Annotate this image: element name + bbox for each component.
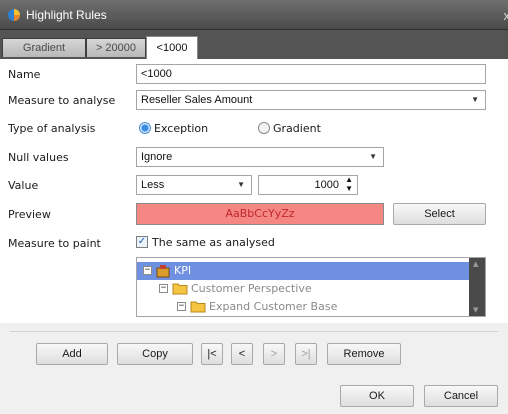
same-as-analysed-label: The same as analysed [152,236,275,249]
first-rule-button[interactable]: |< [201,343,223,365]
null-values-label: Null values [8,151,69,164]
radio-gradient[interactable] [258,122,270,134]
preview-swatch: AaBbCcYyZz [136,203,384,225]
tree-item-expand-customer-base[interactable]: − Expand Customer Base [137,298,470,316]
tab-strip: Gradient > 20000 <1000 [0,30,508,59]
close-icon[interactable]: x [504,8,508,23]
kpi-cube-icon [156,264,171,281]
name-label: Name [8,68,41,81]
null-values-dropdown[interactable]: Ignore ▼ [136,147,384,167]
add-button[interactable]: Add [36,343,108,365]
tree-item-label: Expand Customer Base [209,300,338,313]
tree-item-kpi[interactable]: − KPI [137,262,470,280]
ok-button[interactable]: OK [340,385,414,407]
tree-item-label: Customer Perspective [191,282,312,295]
tree-scrollbar[interactable]: ▲ ▼ [469,258,485,316]
value-spinner[interactable]: 1000 ▲ ▼ [258,175,358,195]
title-bar[interactable]: Highlight Rules x [0,0,508,30]
rule-panel: Name <1000 Measure to analyse Reseller S… [0,59,508,323]
tab-less-1000[interactable]: <1000 [146,36,198,59]
tree-item-customer-perspective[interactable]: − Customer Perspective [137,280,470,298]
radio-gradient-label: Gradient [273,122,321,135]
chevron-down-icon: ▼ [237,180,245,189]
tab-gradient[interactable]: Gradient [2,38,86,57]
folder-icon [172,282,188,298]
measure-dropdown[interactable]: Reseller Sales Amount ▼ [136,90,486,110]
window-title: Highlight Rules [26,8,107,22]
collapse-icon[interactable]: − [143,266,152,275]
collapse-icon[interactable]: − [159,284,168,293]
collapse-icon[interactable]: − [177,302,186,311]
last-rule-button[interactable]: >| [295,343,317,365]
chevron-down-icon: ▼ [369,152,377,161]
divider [10,331,498,332]
highlight-rules-dialog: Highlight Rules x Gradient > 20000 <1000… [0,0,508,414]
cancel-button[interactable]: Cancel [424,385,498,407]
value-number: 1000 [314,179,339,191]
operator-dropdown[interactable]: Less ▼ [136,175,252,195]
same-as-analysed-checkbox[interactable]: ✓ [136,236,148,248]
scroll-up-icon[interactable]: ▲ [473,260,478,268]
operator-value: Less [141,179,165,191]
copy-button[interactable]: Copy [117,343,193,365]
highlight-rules-app-icon [7,8,21,22]
radio-exception-label: Exception [154,122,209,135]
measure-tree[interactable]: − KPI − Customer Perspective − Expand Cu… [136,257,486,317]
folder-icon [190,300,206,316]
remove-button[interactable]: Remove [327,343,401,365]
previous-rule-button[interactable]: < [231,343,253,365]
preview-label: Preview [8,208,51,221]
next-rule-button[interactable]: > [263,343,285,365]
radio-exception[interactable] [139,122,151,134]
tree-item-label: KPI [174,264,192,277]
value-label: Value [8,179,39,192]
scroll-down-icon[interactable]: ▼ [473,306,478,314]
spinner-arrows-icon[interactable]: ▲ ▼ [345,175,353,193]
measure-label: Measure to analyse [8,94,116,107]
measure-to-paint-label: Measure to paint [8,237,101,250]
tab-greater-20000[interactable]: > 20000 [86,38,146,57]
name-input[interactable]: <1000 [136,64,486,84]
measure-value: Reseller Sales Amount [141,94,253,106]
analysis-type-label: Type of analysis [8,122,96,135]
null-values-value: Ignore [141,151,173,163]
select-style-button[interactable]: Select [393,203,486,225]
chevron-down-icon: ▼ [471,95,479,104]
